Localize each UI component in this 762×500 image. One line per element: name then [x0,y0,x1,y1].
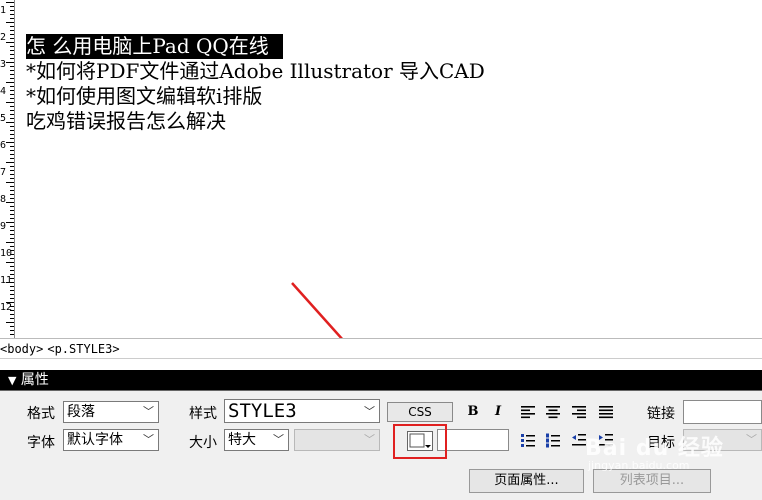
collapse-triangle-icon[interactable]: ▼ [8,374,16,387]
chevron-down-icon: ﹀ [143,433,154,446]
link-input[interactable] [683,400,762,424]
properties-title: 属性 [20,372,49,388]
tag-selector: <body> <p.STYLE3> [0,338,762,359]
chevron-down-icon: ﹀ [364,405,375,418]
chevron-down-icon: ﹀ [364,433,375,446]
size-value: 特大 [228,432,256,448]
target-select: ﹀ [683,429,762,451]
size-unit-select: ﹀ [294,429,380,451]
font-select[interactable]: 默认字体 ﹀ [63,429,159,451]
tag-body[interactable]: <body> [0,342,43,356]
align-center-icon[interactable] [545,404,561,420]
chevron-down-icon: ﹀ [746,433,757,446]
tag-p-style3[interactable]: <p.STYLE3> [47,342,119,356]
format-value: 段落 [67,404,95,420]
style-select[interactable]: STYLE3 ﹀ [224,399,380,423]
ordered-list-icon[interactable] [545,432,561,448]
css-button[interactable]: CSS [387,402,453,422]
page-properties-button[interactable]: 页面属性... [469,469,584,493]
color-picker-highlight [393,424,447,459]
unordered-list-icon[interactable] [520,432,536,448]
chevron-down-icon: ﹀ [143,405,154,418]
font-label: 字体 [27,435,55,451]
italic-button[interactable]: I [489,402,507,422]
indent-icon[interactable] [598,432,614,448]
font-value: 默认字体 [67,432,123,448]
target-label: 目标 [647,435,675,451]
properties-panel: 格式 段落 ﹀ 样式 STYLE3 ﹀ CSS B I 链接 字体 默认字体 ﹀… [0,390,762,500]
size-select[interactable]: 特大 ﹀ [224,429,289,451]
size-label: 大小 [189,435,217,451]
align-left-icon[interactable] [520,404,536,420]
align-right-icon[interactable] [571,404,587,420]
style-label: 样式 [189,406,217,422]
style-value: STYLE3 [228,400,297,422]
bold-button[interactable]: B [464,402,482,422]
properties-panel-header[interactable]: ▼ 属性 [0,370,762,390]
link-label: 链接 [647,406,675,422]
chevron-down-icon: ﹀ [273,433,284,446]
format-label: 格式 [27,406,55,422]
align-justify-icon[interactable] [598,404,614,420]
format-select[interactable]: 段落 ﹀ [63,401,159,423]
list-item-button: 列表项目... [593,469,711,493]
text-color-input[interactable] [437,429,509,451]
outdent-icon[interactable] [571,432,587,448]
